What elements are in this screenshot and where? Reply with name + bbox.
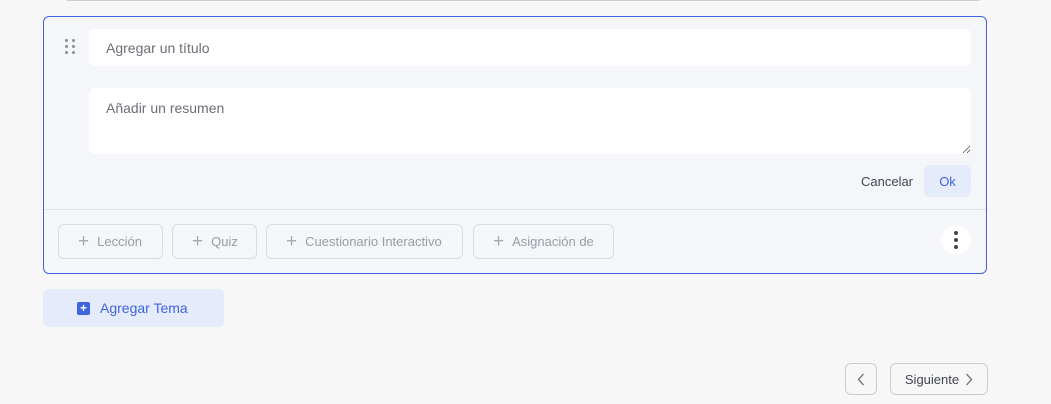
topic-editor-card: Cancelar Ok + Lección + Quiz + Cuestiona… (43, 16, 987, 274)
add-quiz-label: Quiz (211, 234, 238, 249)
chevron-right-icon (966, 373, 973, 385)
next-page-button[interactable]: Siguiente (890, 363, 988, 395)
next-page-label: Siguiente (904, 371, 960, 387)
plus-icon: + (78, 231, 90, 252)
previous-page-button[interactable] (845, 363, 877, 395)
add-assignment-button[interactable]: + Asignación de (473, 224, 614, 259)
chevron-left-icon (857, 373, 864, 385)
add-lesson-label: Lección (97, 234, 142, 249)
add-quiz-button[interactable]: + Quiz (172, 224, 257, 259)
divider (44, 209, 986, 210)
more-options-icon[interactable] (941, 225, 971, 255)
add-interactive-quiz-button[interactable]: + Cuestionario Interactivo (266, 224, 463, 259)
add-topic-label: Agregar Tema (100, 300, 188, 316)
plus-icon: + (286, 231, 298, 252)
plus-square-icon: + (77, 301, 90, 315)
drag-handle-icon[interactable] (65, 39, 75, 55)
add-assignment-label: Asignación de (512, 234, 594, 249)
topic-title-input[interactable] (89, 29, 971, 66)
plus-icon: + (493, 231, 505, 252)
add-topic-button[interactable]: + Agregar Tema (43, 289, 224, 327)
add-interactive-quiz-label: Cuestionario Interactivo (305, 234, 442, 249)
topic-summary-input[interactable] (89, 88, 971, 154)
cancel-button[interactable]: Cancelar (850, 165, 924, 197)
ok-button[interactable]: Ok (924, 165, 971, 197)
plus-icon: + (192, 231, 204, 252)
previous-topic-card-edge (63, 0, 983, 1)
add-lesson-button[interactable]: + Lección (58, 224, 163, 259)
